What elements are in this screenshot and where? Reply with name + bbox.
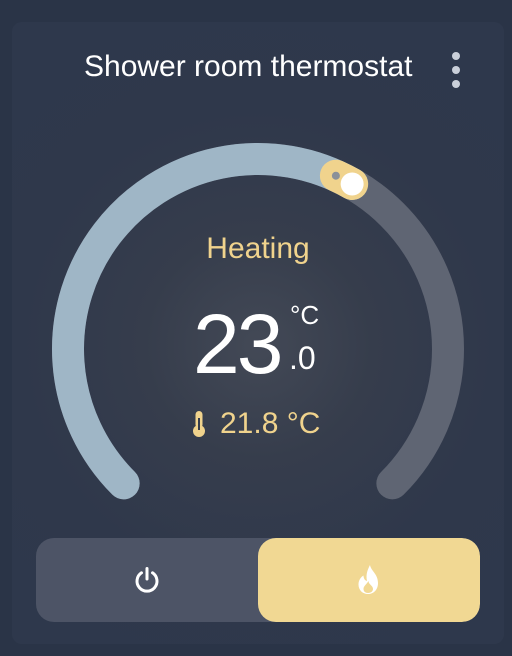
hvac-action-label: Heating xyxy=(206,232,310,265)
target-temperature-decimal: .0 xyxy=(289,340,316,376)
slider-handle-knob xyxy=(340,172,364,196)
target-temperature-unit: °C xyxy=(290,300,320,330)
target-slider-handle[interactable] xyxy=(319,159,369,200)
current-temperature-value: 21.8 °C xyxy=(220,407,321,440)
mode-off-button[interactable] xyxy=(36,538,258,622)
power-icon xyxy=(135,567,159,593)
target-temperature-integer: 23 xyxy=(193,297,283,391)
thermostat-card: Shower room thermostat Heating 23 °C .0 … xyxy=(12,22,504,644)
slider-handle-dot xyxy=(331,171,340,180)
thermometer-icon xyxy=(193,411,205,437)
mode-heat-button[interactable] xyxy=(258,538,480,622)
hvac-mode-selector xyxy=(36,538,480,622)
fire-icon xyxy=(358,565,378,594)
current-temperature: 21.8 °C xyxy=(192,404,320,444)
temperature-dial[interactable] xyxy=(12,22,504,542)
